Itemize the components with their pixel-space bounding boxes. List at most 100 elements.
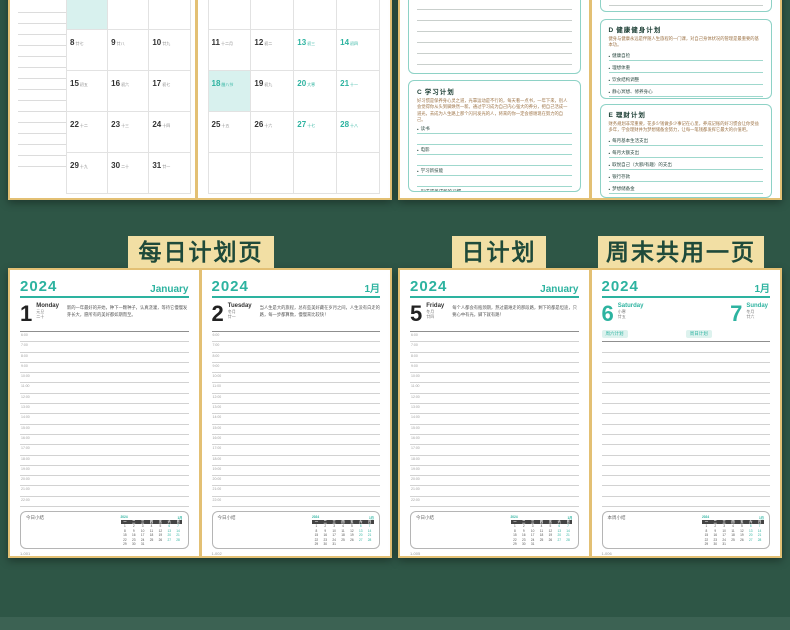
health-plan-items: •健康自检•理想体重•饮食结构调整•静心冥想、修养身心•健身计划（月/周） — [609, 49, 764, 99]
ruled-line — [602, 394, 771, 404]
note-line — [18, 90, 66, 101]
bullet-icon: • — [609, 139, 611, 144]
bullet-icon: • — [417, 190, 419, 192]
calendar-cell — [209, 153, 252, 194]
calendar-cell — [337, 153, 380, 194]
time-line: 19:00 — [410, 466, 579, 476]
weekend-column-labels: 周六计划 周日计划 — [602, 330, 771, 338]
calendar-cell: 27十七 — [294, 112, 337, 153]
calendar-cell: 10廿九 — [149, 30, 190, 71]
mini-calendar-day — [174, 542, 183, 546]
time-line: 16:00 — [212, 435, 381, 445]
time-line: 14:00 — [212, 414, 381, 424]
lunar-label: 十五 — [221, 123, 229, 128]
mini-calendar-grid: 一二三四五六日123456789101112131415161718192021… — [511, 520, 573, 547]
calendar-cell: 11十二月 — [209, 30, 252, 71]
time-line: 8:00 — [212, 353, 381, 363]
day-number: 2 — [212, 301, 224, 329]
notes-box — [408, 0, 581, 74]
plan-item-line: •健康自检 — [609, 49, 764, 61]
time-line: 20:00 — [20, 476, 189, 486]
sunday-block: 7 Sunday 冬月 廿六 — [685, 301, 770, 329]
ruled-line — [602, 445, 771, 455]
plan-item-label: 饮食结构调整 — [612, 77, 639, 83]
plan-right-page: D健康健身计划 健身与健康永远是伴随人生旅程的一门课，对自己身体状况的管理是最重… — [592, 0, 781, 198]
lunar-label: 廿一 — [162, 164, 170, 169]
time-line: 17:00 — [20, 445, 189, 455]
calendar-cell: 9廿八 — [108, 30, 149, 71]
lunar-label: 十六 — [264, 123, 272, 128]
mini-calendar-day: 30 — [519, 542, 528, 546]
time-line: 13:00 — [212, 404, 381, 414]
ruled-lines — [417, 0, 572, 74]
time-line: 11:00 — [20, 383, 189, 393]
ruled-line — [609, 0, 764, 6]
calendar-cell — [149, 0, 190, 30]
note-line — [18, 101, 66, 112]
month-grid-right: 11十二月12初二13初三14初四18腊八节19初九20大寒21十一25十五26… — [208, 0, 381, 194]
section-code: D — [609, 27, 615, 34]
plan-item-label: 形成或养成新的习惯 — [421, 189, 462, 192]
calendar-cell: 19初九 — [251, 71, 294, 112]
date-number: 22 — [70, 120, 79, 129]
time-line: 13:00 — [410, 404, 579, 414]
date-number: 11 — [212, 38, 220, 47]
time-line: 18:00 — [410, 456, 579, 466]
plan-item-label: 每月大额支出 — [612, 150, 639, 156]
bullet-icon: • — [609, 151, 611, 156]
time-line: 8:00 — [410, 353, 579, 363]
daily-pages-spread-2: 2024 January 5 Friday 冬月 廿四 每个人都会有瓶颈期，熬过… — [398, 268, 782, 558]
plan-item-label: 学习新技能 — [421, 168, 444, 174]
calendar-cell: 14初四 — [337, 30, 380, 71]
time-line: 6:00 — [410, 332, 579, 342]
calendar-cell: 18腊八节 — [209, 71, 252, 112]
weekday-block: Friday 冬月 廿四 — [426, 303, 444, 329]
ruled-line — [602, 497, 771, 507]
date-number: 12 — [254, 38, 263, 47]
mini-calendar-day — [356, 542, 365, 546]
ruled-line — [602, 363, 771, 373]
lunar-label: 初四 — [350, 41, 358, 46]
mini-calendar-day: 29 — [511, 542, 520, 546]
ruled-line — [602, 342, 771, 352]
time-line: 9:00 — [20, 363, 189, 373]
mini-calendar-grid: 一二三四五六日123456789101112131415161718192021… — [121, 520, 183, 547]
mini-calendar: 20241月一二三四五六日123456789101112131415161718… — [702, 515, 764, 545]
mini-calendar-day: 29 — [312, 542, 321, 546]
plan-item-line — [417, 176, 572, 187]
plan-item-label: 银行存款 — [612, 174, 630, 180]
summary-box: 今日小结 20241月一二三四五六日1234567891011121314151… — [410, 511, 579, 549]
note-line — [18, 57, 66, 68]
calendar-cell — [251, 0, 294, 30]
mini-calendar-grid: 一二三四五六日123456789101112131415161718192021… — [312, 520, 374, 547]
time-line: 20:00 — [410, 476, 579, 486]
plan-item-line: •银行存款 — [609, 170, 764, 182]
calendar-cell: 21十一 — [337, 71, 380, 112]
ruled-line — [602, 404, 771, 414]
lunar-date: 二十 — [36, 314, 59, 319]
date-row: 2 Tuesday 冬月 廿一 当人生是大的旅程，总有些美好藏在岁月之间，人生没… — [212, 301, 381, 329]
date-number: 21 — [340, 79, 349, 88]
daily-quote: 当人生是大的旅程，总有些美好藏在岁月之间，人生没有白走的路，每一步都算数，慢慢来… — [260, 304, 380, 329]
calendar-cell — [251, 153, 294, 194]
plan-item-label: 静心冥想、修养身心 — [612, 89, 653, 95]
mini-calendar-day: 31 — [138, 542, 147, 546]
plan-item-line: •学习新技能 — [417, 166, 572, 177]
summary-box: 本周小结 20241月一二三四五六日1234567891011121314151… — [602, 511, 771, 549]
mini-calendar-day — [737, 542, 746, 546]
time-line: 10:00 — [410, 373, 579, 383]
daily-quote: 新的一年最好的开始，种下一颗种子，认真浇灌，等待它慢慢发芽长大，愿所有的美好都如… — [67, 304, 189, 329]
mini-calendar-day — [537, 542, 546, 546]
plan-lines — [602, 341, 771, 507]
plan-item-label: 梦想储备金 — [612, 186, 635, 192]
plan-item-line: •健身计划（月/周） — [609, 97, 764, 99]
bullet-icon: • — [609, 78, 611, 83]
calendar-cell: 23十三 — [108, 112, 149, 153]
finance-plan-items: •每月基本生活支出•每月大额支出•取悦自己（大额/有趣）的支出•银行存款•梦想储… — [609, 134, 764, 194]
calendar-cell: 24十四 — [149, 112, 190, 153]
finance-plan-box: E理财计划 财务规划非常重要，花多少钱做多少事记在心里，养成记账的好习惯会让你受… — [600, 104, 773, 198]
summary-box: 今日小结 20241月一二三四五六日1234567891011121314151… — [20, 511, 189, 549]
ruled-line — [602, 383, 771, 393]
time-line: 18:00 — [212, 456, 381, 466]
date-number: 28 — [340, 120, 349, 129]
